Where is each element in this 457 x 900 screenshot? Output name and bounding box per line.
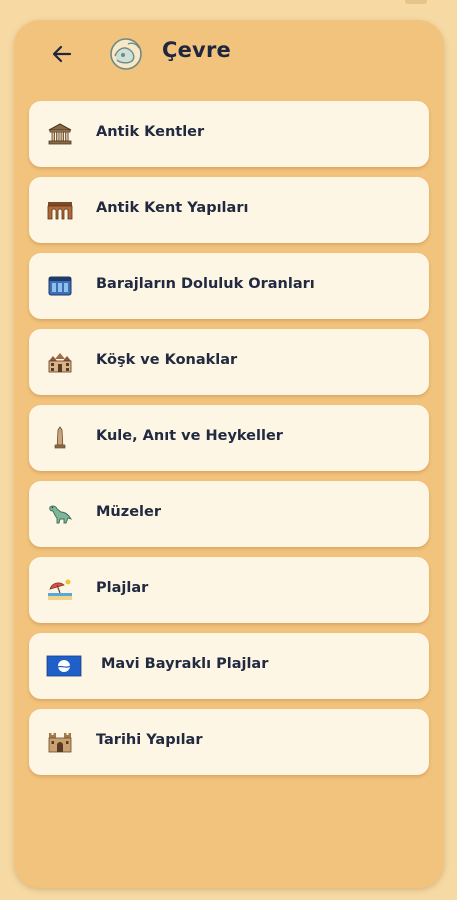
menu-item-antik-kent-yapilari[interactable]: Antik Kent Yapıları (29, 177, 429, 243)
menu-item-mavi-bayrakli-plajlar[interactable]: Mavi Bayraklı Plajlar (29, 633, 429, 699)
blue-flag-icon (46, 653, 82, 679)
menu-item-label: Mavi Bayraklı Plajlar (101, 656, 269, 672)
aqueduct-icon (47, 197, 73, 223)
menu-item-label: Barajların Doluluk Oranları (96, 276, 315, 292)
menu-item-label: Tarihi Yapılar (96, 732, 203, 748)
beach-umbrella-icon (47, 577, 73, 603)
menu-item-kule-anit-heykeller[interactable]: Kule, Anıt ve Heykeller (29, 405, 429, 471)
menu-item-label: Müzeler (96, 504, 161, 520)
ancient-temple-icon (47, 121, 73, 147)
obelisk-icon (47, 425, 73, 451)
page-title: Çevre (162, 38, 231, 62)
menu-item-antik-kentler[interactable]: Antik Kentler (29, 101, 429, 167)
globe-leaf-icon (108, 36, 144, 72)
dinosaur-icon (47, 501, 73, 527)
castle-icon (47, 729, 73, 755)
menu-item-plajlar[interactable]: Plajlar (29, 557, 429, 623)
menu-item-barajlar[interactable]: Barajların Doluluk Oranları (29, 253, 429, 319)
status-bar (0, 0, 457, 14)
header: Çevre (14, 20, 444, 86)
main-panel: Çevre Antik Kentler Antik Kent Yapıları … (14, 20, 444, 888)
menu-item-tarihi-yapilar[interactable]: Tarihi Yapılar (29, 709, 429, 775)
mansion-icon (47, 349, 73, 375)
menu-item-kosk-ve-konaklar[interactable]: Köşk ve Konaklar (29, 329, 429, 395)
menu-item-label: Antik Kent Yapıları (96, 200, 249, 216)
menu-item-label: Köşk ve Konaklar (96, 352, 238, 368)
back-button[interactable] (48, 40, 76, 68)
dam-icon (47, 273, 73, 299)
menu-item-muzeler[interactable]: Müzeler (29, 481, 429, 547)
menu-item-label: Antik Kentler (96, 124, 205, 140)
status-indicator (405, 0, 427, 4)
arrow-left-icon (52, 45, 72, 63)
menu-item-label: Kule, Anıt ve Heykeller (96, 428, 283, 444)
menu-item-label: Plajlar (96, 580, 149, 596)
